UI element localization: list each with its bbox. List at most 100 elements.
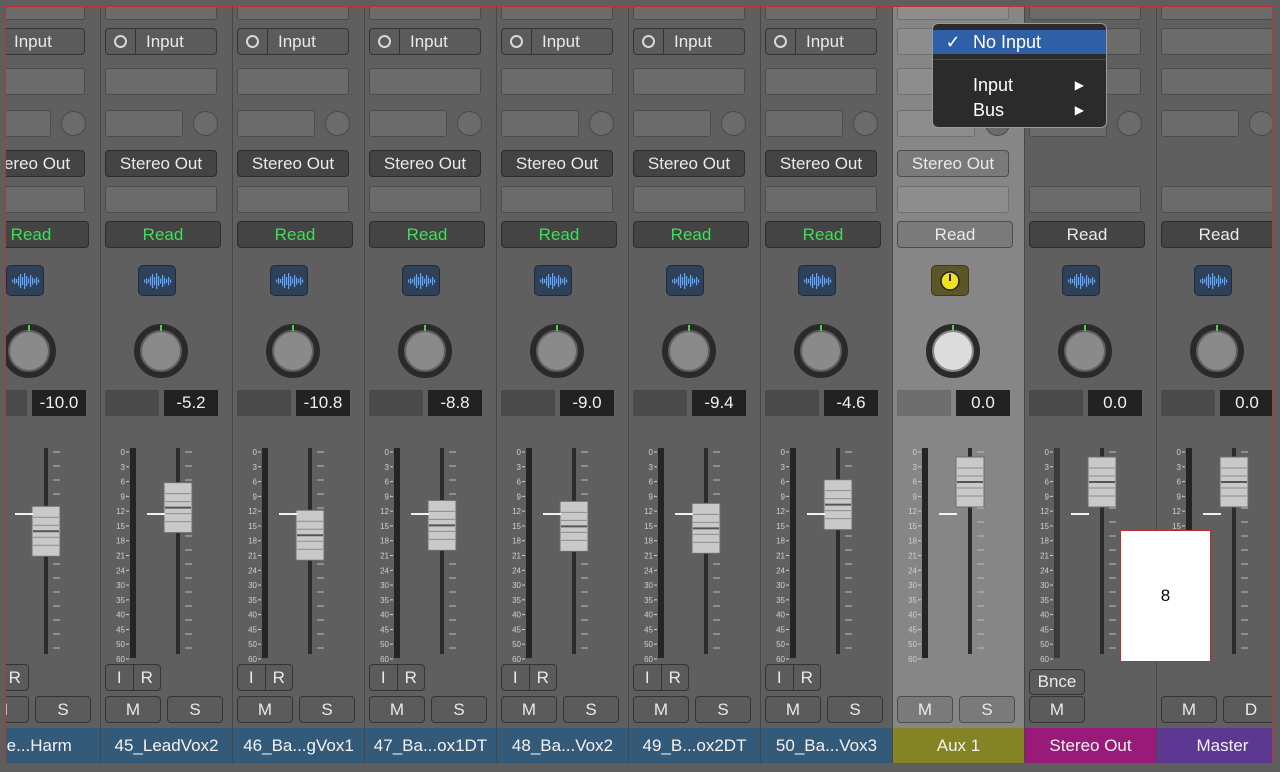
input-record-group[interactable]: IR [369,664,425,691]
automation-mode-button[interactable]: Read [1161,221,1273,248]
menu-item-input[interactable]: Input ▶ [933,73,1106,97]
setting-slot[interactable] [765,6,877,20]
volume-display[interactable]: -9.0 [560,390,614,416]
send-level-knob[interactable] [721,111,746,136]
automation-mode-button[interactable]: Read [897,221,1013,248]
group-slot[interactable] [369,186,481,213]
waveform-icon[interactable] [6,265,44,296]
send-level-knob[interactable] [1117,111,1142,136]
volume-fader[interactable] [1085,442,1119,660]
group-slot[interactable] [105,186,217,213]
group-slot[interactable] [633,186,745,213]
input-record-group[interactable]: IR [501,664,557,691]
volume-fader[interactable] [953,442,987,660]
audio-fx-slot[interactable] [237,68,349,95]
waveform-icon[interactable] [1062,265,1100,296]
solo-button[interactable]: S [35,696,91,723]
setting-slot[interactable] [1161,6,1273,20]
mute-button[interactable]: M [5,696,29,723]
volume-display[interactable]: 0.0 [956,390,1010,416]
mute-button[interactable]: M [633,696,689,723]
pan-knob[interactable] [397,322,453,378]
input-record-group[interactable]: IR [5,664,29,691]
send-slot[interactable] [633,110,711,137]
waveform-icon[interactable] [666,265,704,296]
pan-knob[interactable] [529,322,585,378]
send-slot[interactable] [765,110,843,137]
volume-fader[interactable] [689,442,723,660]
audio-fx-slot[interactable] [369,68,481,95]
mute-button[interactable]: M [765,696,821,723]
pan-knob[interactable] [661,322,717,378]
input-monitor-button[interactable]: I [106,665,133,690]
automation-mode-button[interactable]: Read [105,221,221,248]
volume-fader[interactable] [821,442,855,660]
automation-mode-button[interactable]: Read [1029,221,1145,248]
volume-display[interactable]: -5.2 [164,390,218,416]
automation-mode-button[interactable]: Read [237,221,353,248]
track-name[interactable]: Master [1157,728,1273,764]
input-monitor-button[interactable]: I [766,665,793,690]
track-name[interactable]: Aux 1 [893,728,1024,764]
volume-display[interactable]: -4.6 [824,390,878,416]
input-slot-button[interactable]: Input [633,28,745,55]
solo-button[interactable]: S [299,696,355,723]
input-slot-button[interactable]: Input [5,28,85,55]
group-slot[interactable] [501,186,613,213]
mute-button[interactable]: M [1029,696,1085,723]
setting-slot[interactable] [1029,6,1141,20]
volume-fader[interactable] [557,442,591,660]
menu-item-bus[interactable]: Bus ▶ [933,98,1106,122]
waveform-icon[interactable] [138,265,176,296]
send-level-knob[interactable] [325,111,350,136]
send-level-knob[interactable] [589,111,614,136]
volume-fader[interactable] [29,442,63,660]
volume-fader[interactable] [161,442,195,660]
solo-button[interactable]: S [563,696,619,723]
track-name[interactable]: 46_Ba...gVox1 [233,728,364,764]
pan-knob[interactable] [265,322,321,378]
volume-fader[interactable] [425,442,459,660]
menu-item-no-input[interactable]: ✓ No Input [933,30,1106,54]
volume-display[interactable]: 0.0 [1088,390,1142,416]
mute-button[interactable]: M [501,696,557,723]
record-enable-button[interactable]: R [5,665,28,690]
solo-button[interactable]: S [695,696,751,723]
input-monitor-button[interactable]: I [634,665,661,690]
group-slot[interactable] [897,186,1009,213]
automation-mode-button[interactable]: Read [5,221,89,248]
input-slot[interactable] [1161,28,1273,55]
volume-display[interactable]: 0.0 [1220,390,1273,416]
input-slot-button[interactable]: Input [105,28,217,55]
record-enable-button[interactable]: R [132,665,161,690]
record-enable-button[interactable]: R [660,665,689,690]
solo-button[interactable]: S [827,696,883,723]
setting-slot[interactable] [501,6,613,20]
output-button[interactable]: Stereo Out [5,150,85,177]
audio-fx-slot[interactable] [501,68,613,95]
solo-button[interactable]: S [431,696,487,723]
output-button[interactable]: Stereo Out [897,150,1009,177]
output-button[interactable]: Stereo Out [633,150,745,177]
mute-button[interactable]: M [105,696,161,723]
track-name[interactable]: 45_LeadVox2 [101,728,232,764]
setting-slot[interactable] [633,6,745,20]
setting-slot[interactable] [369,6,481,20]
output-button[interactable]: Stereo Out [369,150,481,177]
setting-slot[interactable] [897,6,1009,20]
waveform-icon[interactable] [534,265,572,296]
send-level-knob[interactable] [1249,111,1273,136]
group-slot[interactable] [5,186,85,213]
dim-button[interactable]: D [1223,696,1273,723]
setting-slot[interactable] [237,6,349,20]
mute-button[interactable]: M [237,696,293,723]
input-slot-button[interactable]: Input [237,28,349,55]
group-slot[interactable] [765,186,877,213]
audio-fx-slot[interactable] [5,68,85,95]
send-level-knob[interactable] [853,111,878,136]
setting-slot[interactable] [5,6,85,20]
volume-fader[interactable] [1217,442,1251,660]
bounce-button[interactable]: Bnce [1029,669,1085,695]
pan-knob[interactable] [5,322,57,378]
waveform-icon[interactable] [798,265,836,296]
